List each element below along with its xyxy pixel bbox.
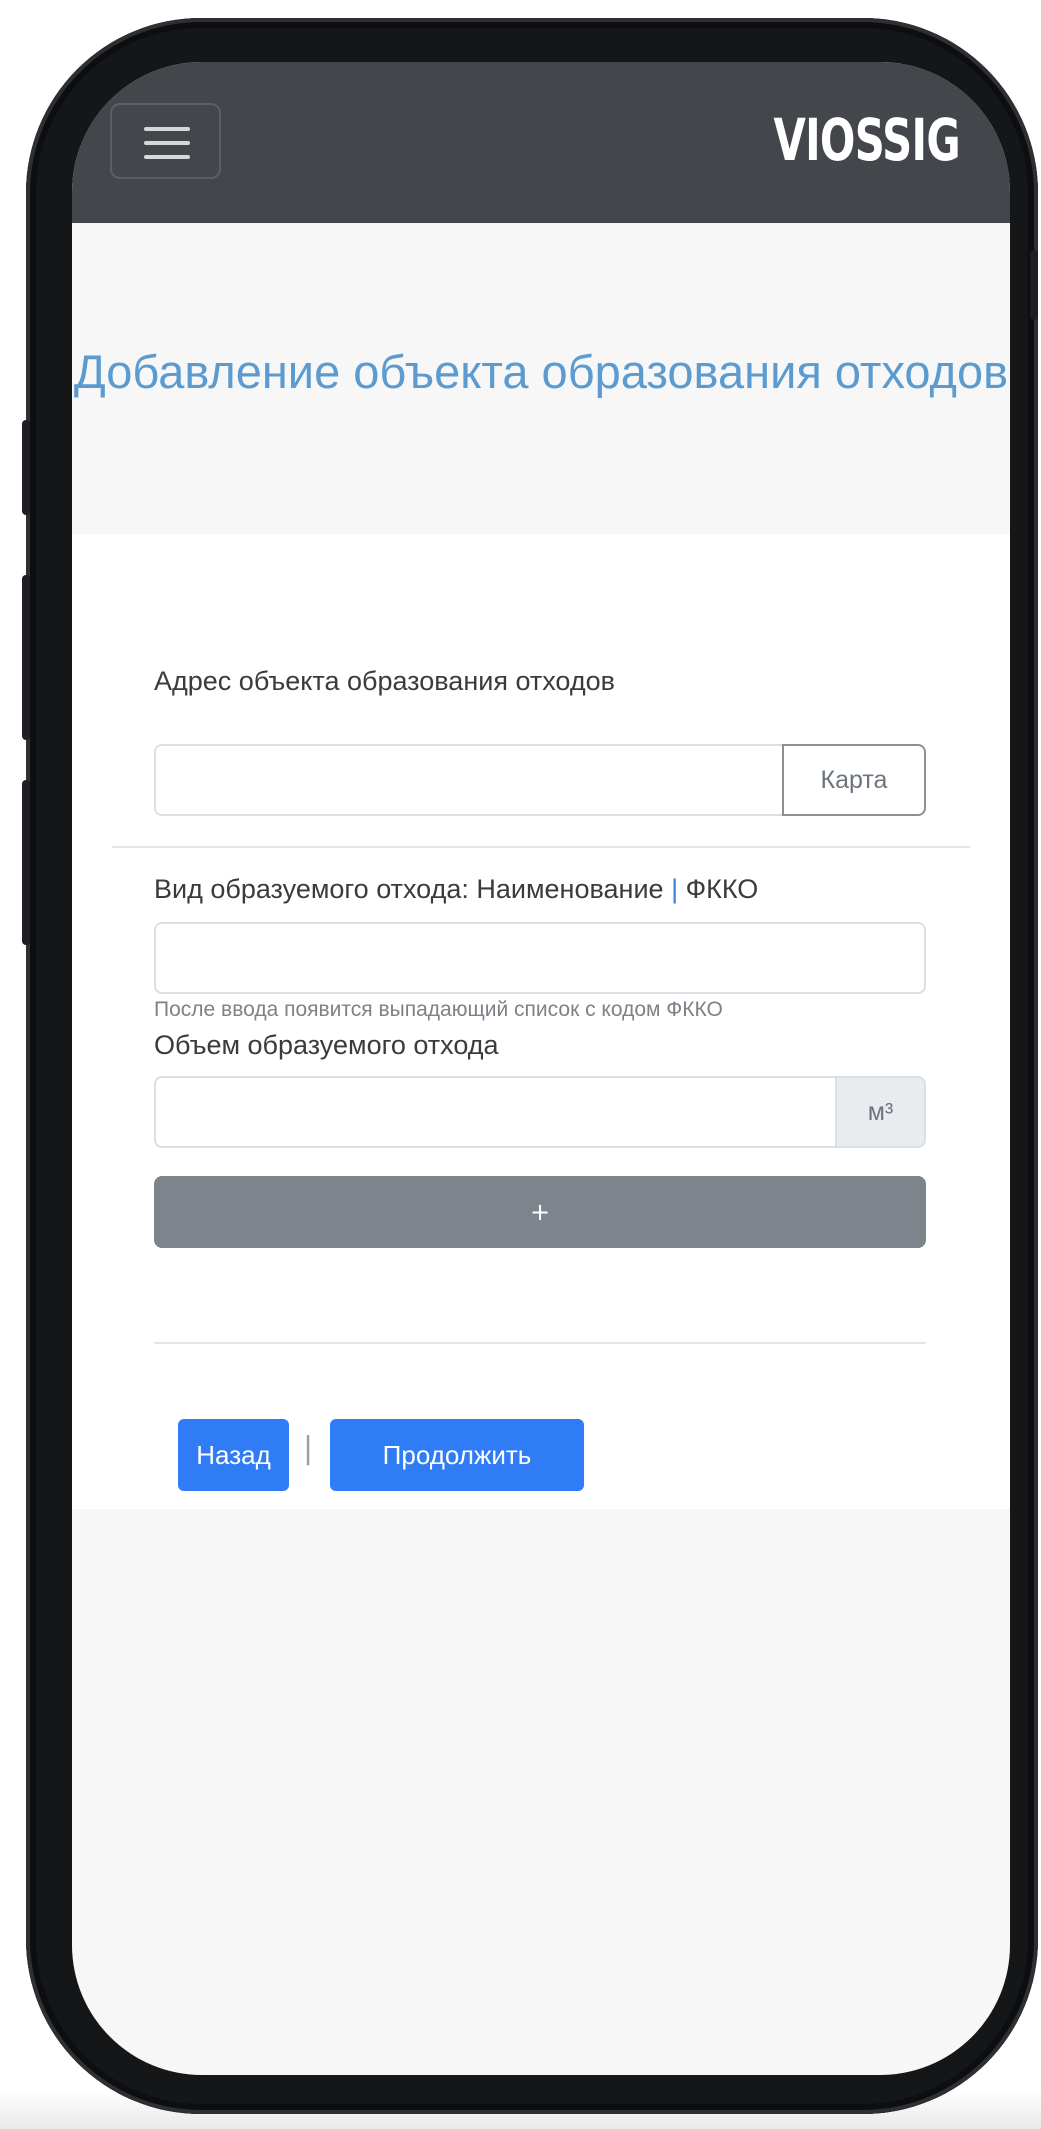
button-separator: |	[303, 1431, 314, 1466]
page-title: Добавление объекта образования отходов	[73, 345, 1009, 398]
address-label: Адрес объекта образования отходов	[154, 666, 615, 696]
phone-volume-down-button	[22, 780, 30, 945]
continue-button[interactable]: Продолжить	[330, 1419, 584, 1491]
phone-power-button	[1030, 250, 1038, 320]
divider	[112, 846, 970, 848]
menu-toggle-button[interactable]	[110, 103, 221, 179]
phone-screen: VIOSSIG Добавление объекта образования о…	[72, 62, 1010, 2075]
volume-input[interactable]	[154, 1076, 835, 1148]
add-item-button[interactable]: +	[154, 1176, 926, 1248]
waste-type-label: Вид образуемого отхода: Наименование | Ф…	[154, 874, 759, 904]
phone-volume-up-button	[22, 575, 30, 740]
brand-logo[interactable]: VIOSSIG	[774, 106, 961, 174]
divider	[154, 1342, 926, 1344]
navbar: VIOSSIG	[72, 62, 1010, 223]
waste-type-input[interactable]	[154, 922, 926, 994]
address-input[interactable]	[154, 744, 784, 816]
volume-unit-addon: м³	[835, 1076, 926, 1148]
phone-mute-switch	[22, 420, 30, 515]
form-card: Адрес объекта образования отходов Карта …	[72, 534, 1010, 1509]
volume-label: Объем образуемого отхода	[154, 1030, 499, 1060]
back-button[interactable]: Назад	[178, 1419, 289, 1491]
map-button[interactable]: Карта	[782, 744, 926, 816]
waste-type-hint: После ввода появится выпадающий список с…	[154, 998, 723, 1021]
